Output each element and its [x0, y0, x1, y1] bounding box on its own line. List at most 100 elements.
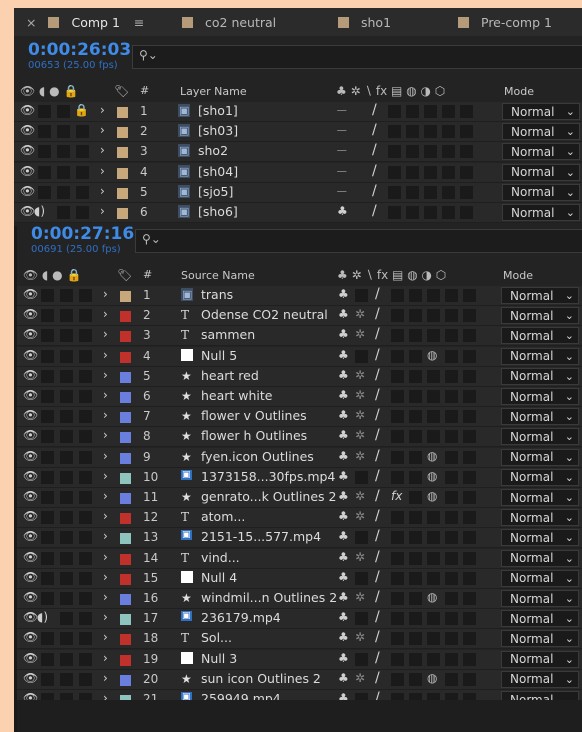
collapse-toggle[interactable] [355, 531, 368, 545]
layer-name[interactable]: flower v Outlines [201, 408, 307, 423]
frame-blend-toggle[interactable] [409, 551, 422, 565]
chevron-right-icon[interactable]: › [100, 204, 105, 218]
audio-icon[interactable]: ◖) [34, 204, 45, 218]
mode-dropdown[interactable]: Normal ⌄ [501, 428, 579, 446]
frame-blend-toggle[interactable] [409, 289, 422, 302]
solo-toggle[interactable] [60, 309, 73, 323]
label-color-swatch[interactable] [120, 553, 131, 565]
quality-icon[interactable]: / [375, 549, 380, 565]
3d-toggle[interactable] [463, 511, 476, 525]
adjustment-toggle[interactable] [445, 652, 458, 666]
3d-toggle[interactable] [463, 390, 476, 403]
mode-dropdown[interactable]: Normal ⌄ [501, 509, 579, 527]
eye-icon[interactable]: 👁 [20, 123, 35, 137]
audio-toggle[interactable] [41, 511, 54, 525]
motion-blur-toggle[interactable] [427, 531, 440, 545]
chevron-right-icon[interactable]: › [100, 123, 105, 137]
layer-name[interactable]: trans [201, 287, 233, 302]
eye-icon[interactable]: 👁 [23, 449, 38, 463]
menu-icon[interactable]: ≡ [134, 15, 144, 30]
layer-row[interactable]: 👁 › 10 ▣ 1373158...30fps.mp4 ♣ / ◍ Normal ⌄ [17, 467, 582, 488]
layer-row[interactable]: 👁 ◖) › 17 ▣ 236179.mp4 ♣ / Normal ⌄ [17, 609, 582, 630]
layer-name[interactable]: 236179.mp4 [201, 610, 281, 625]
3d-toggle[interactable] [463, 531, 476, 545]
effects-toggle[interactable] [391, 369, 404, 383]
solo-toggle[interactable] [57, 125, 70, 139]
shy-icon[interactable]: ♣ [338, 671, 349, 685]
quality-icon[interactable]: / [375, 387, 380, 403]
label-color-swatch[interactable] [120, 614, 131, 626]
label-color-swatch[interactable] [117, 167, 128, 179]
lock-toggle[interactable] [79, 511, 92, 525]
mode-dropdown[interactable]: Normal ⌄ [502, 163, 580, 181]
solo-toggle[interactable] [57, 145, 70, 159]
lock-toggle[interactable] [79, 470, 92, 484]
audio-toggle[interactable] [41, 309, 54, 323]
label-color-swatch[interactable] [120, 351, 131, 363]
3d-toggle[interactable] [460, 165, 473, 179]
3d-toggle[interactable] [463, 571, 476, 585]
effects-toggle[interactable] [391, 329, 404, 343]
layer-name[interactable]: vind... [201, 550, 240, 565]
shy-icon[interactable]: ♣ [338, 348, 349, 362]
frame-blend-toggle[interactable] [406, 165, 419, 179]
audio-toggle[interactable] [41, 329, 54, 343]
collapse-icon[interactable]: ⏤ [337, 143, 347, 158]
motion-blur-icon[interactable]: ◍ [427, 348, 437, 362]
mode-dropdown[interactable]: Normal ⌄ [501, 347, 579, 365]
solo-toggle[interactable] [60, 410, 73, 424]
mode-dropdown[interactable]: Normal ⌄ [502, 103, 580, 120]
mode-dropdown[interactable]: Normal ⌄ [501, 468, 579, 486]
effects-toggle[interactable] [391, 430, 404, 444]
collapse-toggle[interactable] [355, 289, 368, 302]
layer-row[interactable]: 👁 › 16 ★ windmil...n Outlines 2 ♣ ✲ / ◍ Normal ⌄ [17, 589, 582, 609]
effects-toggle[interactable] [391, 612, 404, 626]
frame-blend-toggle[interactable] [409, 592, 422, 605]
adjustment-toggle[interactable] [445, 511, 458, 525]
adjustment-toggle[interactable] [445, 531, 458, 545]
label-color-swatch[interactable] [120, 412, 131, 424]
lock-icon[interactable]: 🔒 [74, 103, 89, 117]
3d-toggle[interactable] [463, 592, 476, 605]
frame-blend-toggle[interactable] [409, 672, 422, 686]
eye-icon[interactable]: 👁 [20, 204, 35, 218]
adjustment-toggle[interactable] [445, 369, 458, 383]
layer-name[interactable]: [sjo5] [198, 184, 233, 199]
mode-dropdown[interactable]: Normal ⌄ [501, 408, 579, 426]
audio-toggle[interactable] [38, 125, 51, 139]
layer-name[interactable]: atom... [201, 509, 245, 524]
eye-icon[interactable]: 👁 [23, 550, 38, 564]
shy-icon[interactable]: ♣ [338, 630, 349, 644]
motion-blur-toggle[interactable] [427, 511, 440, 525]
chevron-right-icon[interactable]: › [103, 348, 108, 362]
layer-row[interactable]: 👁 › 4 Null 5 ♣ / ◍ Normal ⌄ [17, 346, 582, 367]
frame-blend-toggle[interactable] [409, 632, 422, 646]
adjustment-toggle[interactable] [442, 125, 455, 139]
layer-row[interactable]: 👁 ◖) › 6 ▣ [sho6] ♣ / Normal ⌄ [14, 203, 582, 223]
layer-name[interactable]: sho2 [198, 143, 228, 158]
layer-name[interactable]: Sol... [201, 630, 232, 645]
chevron-right-icon[interactable]: › [103, 651, 108, 665]
motion-blur-toggle[interactable] [427, 430, 440, 444]
adjustment-toggle[interactable] [445, 390, 458, 403]
tab-pre-comp-1[interactable]: Pre-comp 1 [444, 8, 574, 36]
shy-icon[interactable]: ♣ [338, 489, 349, 503]
adjustment-toggle[interactable] [442, 206, 455, 219]
layer-name[interactable]: Null 3 [201, 651, 237, 666]
eye-icon[interactable]: 👁 [23, 630, 38, 644]
collapse-transform-icon[interactable]: ✲ [355, 671, 365, 685]
3d-toggle[interactable] [463, 410, 476, 424]
3d-toggle[interactable] [460, 105, 473, 118]
collapse-toggle[interactable] [355, 652, 368, 666]
frame-blend-toggle[interactable] [409, 652, 422, 666]
frame-blend-toggle[interactable] [409, 329, 422, 343]
3d-toggle[interactable] [463, 470, 476, 484]
quality-icon[interactable]: / [375, 448, 380, 464]
lock-toggle[interactable] [79, 672, 92, 686]
lock-toggle[interactable] [79, 450, 92, 464]
shy-icon[interactable]: ♣ [338, 469, 349, 483]
3d-toggle[interactable] [463, 289, 476, 302]
solo-toggle[interactable] [60, 511, 73, 525]
motion-blur-toggle[interactable] [424, 125, 437, 139]
audio-toggle[interactable] [41, 491, 54, 504]
